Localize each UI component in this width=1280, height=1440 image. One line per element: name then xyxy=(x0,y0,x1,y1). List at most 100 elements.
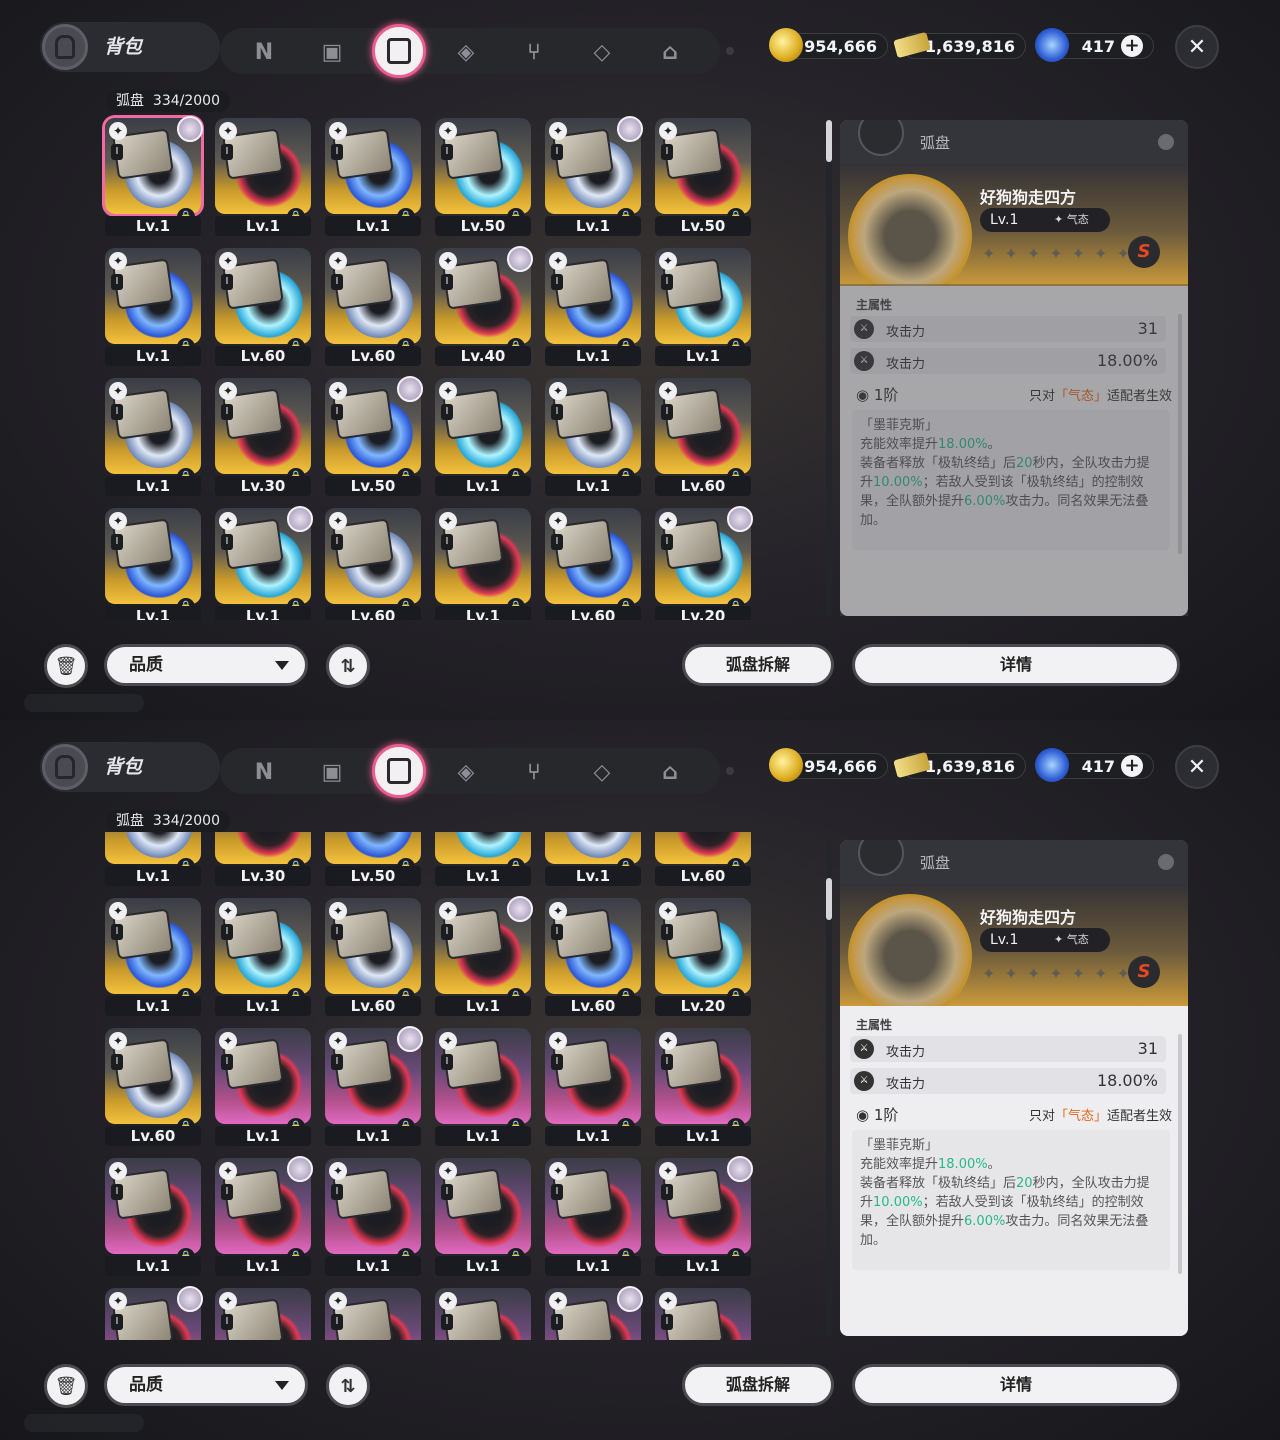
disc-card[interactable]: ✦I🔒Lv.1 xyxy=(215,118,311,236)
disc-card[interactable]: ✦I🔒 xyxy=(105,1286,203,1340)
tab-gameboy-icon[interactable]: ▣ xyxy=(314,754,350,790)
disc-card[interactable]: ✦I🔒Lv.1 xyxy=(545,1028,641,1146)
close-button[interactable]: ✕ xyxy=(1175,25,1219,69)
tab-n-icon[interactable]: N xyxy=(246,754,282,790)
tab-home-icon[interactable]: ⌂ xyxy=(652,754,688,790)
disc-card[interactable]: ✦I🔒Lv.1 xyxy=(105,832,201,886)
grid-scrollbar[interactable] xyxy=(826,118,832,616)
lock-icon[interactable] xyxy=(1158,134,1174,150)
disc-card[interactable]: ✦I🔒Lv.20 xyxy=(655,898,751,1016)
detail-panel: 弧盘 好狗狗走四方 Lv.1 ✦ 气态 ✦✦✦✦✦✦✦ S 主属性 ⚔ 攻击力 31 ⚔ 攻击力 18.… xyxy=(840,120,1188,616)
gem-counter[interactable]: 417 + xyxy=(1035,748,1154,782)
disc-card[interactable]: ✦I🔒Lv.1 xyxy=(655,1156,753,1276)
disc-card[interactable]: ✦I🔒Lv.1 xyxy=(325,118,421,236)
disc-card[interactable]: ✦I🔒Lv.1 xyxy=(215,1156,313,1276)
detail-scrollbar[interactable] xyxy=(1178,1034,1182,1274)
disc-card[interactable]: ✦I🔒Lv.1 xyxy=(215,1028,311,1146)
tab-fork-knife-icon[interactable]: ⑂ xyxy=(516,34,552,70)
tier-badge: I xyxy=(111,1184,123,1200)
disc-card[interactable]: ✦I🔒Lv.30 xyxy=(215,832,311,886)
disc-card[interactable]: ✦I🔒Lv.30 xyxy=(215,378,311,496)
gem-counter[interactable]: 417 + xyxy=(1035,28,1154,62)
disc-card[interactable]: ✦I🔒Lv.50 xyxy=(435,118,531,236)
disc-card[interactable]: ✦I🔒Lv.1 xyxy=(105,248,201,366)
disc-card[interactable]: ✦I🔒Lv.60 xyxy=(105,1028,201,1146)
coin-counter[interactable]: 954,666 xyxy=(769,28,888,62)
details-button[interactable]: 详情 xyxy=(852,1364,1180,1406)
disc-card[interactable]: ✦I🔒Lv.20 xyxy=(655,506,753,620)
disc-card[interactable]: ✦I🔒Lv.60 xyxy=(215,248,311,366)
disc-card[interactable]: ✦I🔒Lv.60 xyxy=(325,508,421,620)
disc-card[interactable]: ✦I🔒Lv.1 xyxy=(435,508,531,620)
close-button[interactable]: ✕ xyxy=(1175,745,1219,789)
trash-button[interactable]: 🗑 xyxy=(44,1364,88,1408)
disc-card[interactable]: ✦I🔒Lv.1 xyxy=(545,1158,641,1276)
disc-card[interactable]: ✦I🔒Lv.40 xyxy=(435,246,533,366)
disc-card[interactable]: ✦I🔒Lv.60 xyxy=(325,248,421,366)
sort-order-button[interactable]: ⇅ xyxy=(326,1364,370,1408)
add-gem-button[interactable]: + xyxy=(1121,35,1143,57)
disc-card[interactable]: ✦I🔒Lv.60 xyxy=(655,378,751,496)
tab-box-icon[interactable]: ◇ xyxy=(584,754,620,790)
disc-card[interactable]: ✦I🔒Lv.60 xyxy=(325,898,421,1016)
disc-card[interactable]: ✦I🔒Lv.1 xyxy=(545,248,641,366)
disc-card[interactable]: ✦I🔒 xyxy=(325,1288,421,1340)
disc-card[interactable]: ✦I🔒Lv.1 xyxy=(435,378,531,496)
tab-gameboy-icon[interactable]: ▣ xyxy=(314,34,350,70)
disc-card[interactable]: ✦I🔒Lv.1 xyxy=(105,1158,201,1276)
ticket-counter[interactable]: 1,639,816 xyxy=(902,33,1026,59)
add-gem-button[interactable]: + xyxy=(1121,755,1143,777)
disc-card[interactable]: ✦I🔒Lv.1 xyxy=(105,378,201,496)
disassemble-button[interactable]: 弧盘拆解 xyxy=(682,644,834,686)
tab-home-icon[interactable]: ⌂ xyxy=(652,34,688,70)
disc-card[interactable]: ✦I🔒Lv.1 xyxy=(215,506,313,620)
tab-fork-knife-icon[interactable]: ⑂ xyxy=(516,754,552,790)
tab-cube-icon[interactable]: ◈ xyxy=(448,754,484,790)
disc-card[interactable]: ✦I🔒Lv.1 xyxy=(105,116,203,236)
disc-card[interactable]: ✦I🔒Lv.1 xyxy=(545,116,643,236)
tier-badge: I xyxy=(661,274,673,290)
disc-card[interactable]: ✦I🔒Lv.1 xyxy=(545,832,641,886)
tab-disc-icon[interactable] xyxy=(372,744,426,798)
coin-counter[interactable]: 954,666 xyxy=(769,748,888,782)
disc-card[interactable]: ✦I🔒Lv.1 xyxy=(215,898,311,1016)
disc-card[interactable]: ✦I🔒Lv.50 xyxy=(325,832,421,886)
disc-card[interactable]: ✦I🔒Lv.1 xyxy=(325,1026,423,1146)
sort-select[interactable]: 品质 xyxy=(104,1364,308,1406)
disc-card[interactable]: ✦I🔒Lv.1 xyxy=(435,832,531,886)
details-button[interactable]: 详情 xyxy=(852,644,1180,686)
disassemble-button[interactable]: 弧盘拆解 xyxy=(682,1364,834,1406)
attribute-icon: ✦ xyxy=(109,122,127,140)
trash-button[interactable]: 🗑 xyxy=(44,644,88,688)
disc-card[interactable]: ✦I🔒Lv.60 xyxy=(545,508,641,620)
disc-card[interactable]: ✦I🔒Lv.60 xyxy=(655,832,751,886)
disc-card[interactable]: ✦I🔒 xyxy=(215,1288,311,1340)
disc-card[interactable]: ✦I🔒Lv.1 xyxy=(545,378,641,496)
disc-card[interactable]: ✦I🔒Lv.50 xyxy=(325,376,423,496)
tab-cube-icon[interactable]: ◈ xyxy=(448,34,484,70)
tab-n-icon[interactable]: N xyxy=(246,34,282,70)
disc-card[interactable]: ✦I🔒Lv.1 xyxy=(325,1158,421,1276)
tab-box-icon[interactable]: ◇ xyxy=(584,34,620,70)
tab-disc-icon[interactable] xyxy=(372,24,426,78)
disc-card[interactable]: ✦I🔒 xyxy=(545,1286,643,1340)
disc-card[interactable]: ✦I🔒Lv.1 xyxy=(435,896,533,1016)
disc-card[interactable]: ✦I🔒Lv.1 xyxy=(655,1028,751,1146)
disc-card[interactable]: ✦I🔒Lv.50 xyxy=(655,118,751,236)
attribute-icon: ✦ xyxy=(549,122,567,140)
grid-scrollbar[interactable] xyxy=(826,838,832,1336)
disc-card[interactable]: ✦I🔒Lv.1 xyxy=(435,1158,531,1276)
disc-card[interactable]: ✦I🔒 xyxy=(435,1288,531,1340)
ticket-counter[interactable]: 1,639,816 xyxy=(902,753,1026,779)
sort-select[interactable]: 品质 xyxy=(104,644,308,686)
attribute-icon: ✦ xyxy=(109,902,127,920)
disc-card[interactable]: ✦I🔒Lv.1 xyxy=(105,898,201,1016)
disc-card[interactable]: ✦I🔒 xyxy=(655,1288,751,1340)
detail-scrollbar[interactable] xyxy=(1178,314,1182,554)
disc-card[interactable]: ✦I🔒Lv.60 xyxy=(545,898,641,1016)
disc-card[interactable]: ✦I🔒Lv.1 xyxy=(435,1028,531,1146)
disc-card[interactable]: ✦I🔒Lv.1 xyxy=(655,248,751,366)
lock-icon[interactable] xyxy=(1158,854,1174,870)
disc-card[interactable]: ✦I🔒Lv.1 xyxy=(105,508,201,620)
sort-order-button[interactable]: ⇅ xyxy=(326,644,370,688)
